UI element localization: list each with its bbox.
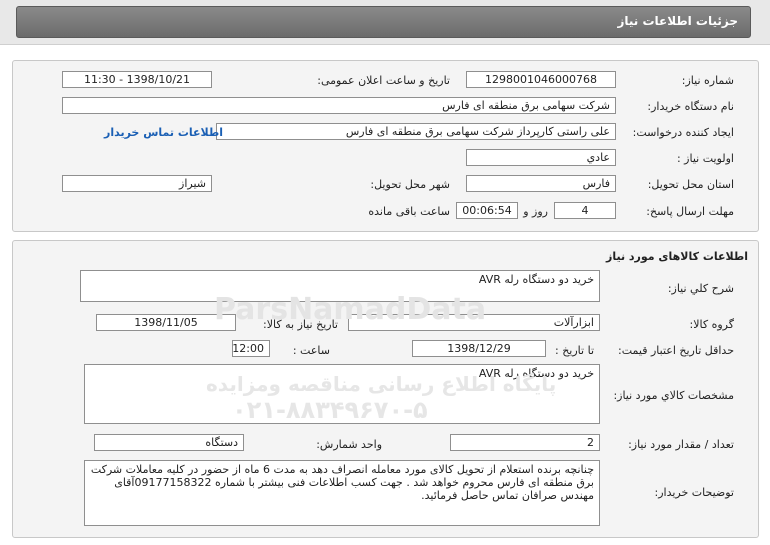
- summary-field: خرید دو دستگاه رله AVR: [80, 270, 600, 302]
- validity-label: حداقل تاریخ اعتبار قیمت:: [618, 344, 734, 357]
- city-label: شهر محل تحویل:: [370, 178, 450, 191]
- to-date-field: 1398/12/29: [412, 340, 546, 357]
- city-field: شیراز: [62, 175, 212, 192]
- priority-field: عادي: [466, 149, 616, 166]
- spec-field: خرید دو دستگاه رله AVR: [84, 364, 600, 424]
- buyer-contact-link[interactable]: اطلاعات تماس خریدار: [104, 126, 223, 139]
- group-label: گروه کالا:: [689, 318, 734, 331]
- group-field: ابزارآلات: [348, 314, 600, 331]
- announce-label: تاریخ و ساعت اعلان عمومی:: [317, 74, 450, 87]
- goods-section-title: اطلاعات کالاهای مورد نیاز: [606, 250, 748, 263]
- days-unit: روز و: [523, 205, 548, 218]
- qty-field: 2: [450, 434, 600, 451]
- buyer-field: شرکت سهامی برق منطقه ای فارس: [62, 97, 616, 114]
- announce-field: 1398/10/21 - 11:30: [62, 71, 212, 88]
- province-field: فارس: [466, 175, 616, 192]
- need-date-field: 1398/11/05: [96, 314, 236, 331]
- days-field: 4: [554, 202, 616, 219]
- need-date-label: تاریخ نیاز به کالا:: [263, 318, 338, 331]
- spec-label: مشخصات کالاي مورد نیاز:: [613, 389, 734, 402]
- need-number-field: 1298001046000768: [466, 71, 616, 88]
- time-left-field: 00:06:54: [456, 202, 518, 219]
- time-left-unit: ساعت باقی مانده: [368, 205, 450, 218]
- creator-label: ایجاد کننده درخواست:: [632, 126, 734, 139]
- page-title: جزئیات اطلاعات نیاز: [617, 14, 738, 28]
- time-field: 12:00: [232, 340, 270, 357]
- priority-label: اولویت نیاز :: [676, 152, 734, 165]
- to-date-label: تا تاریخ :: [555, 344, 594, 357]
- notes-field: چنانچه برنده استعلام از تحویل کالای مورد…: [84, 460, 600, 526]
- qty-label: تعداد / مقدار مورد نیاز:: [628, 438, 734, 451]
- deadline-label: مهلت ارسال پاسخ:: [646, 205, 734, 218]
- top-bar: جزئیات اطلاعات نیاز: [0, 0, 770, 45]
- notes-label: توضیحات خریدار:: [654, 486, 735, 499]
- need-number-label: شماره نیاز:: [681, 74, 734, 87]
- summary-label: شرح کلي نیاز:: [667, 282, 734, 295]
- time-label: ساعت :: [292, 344, 330, 357]
- province-label: استان محل تحویل:: [647, 178, 734, 191]
- buyer-label: نام دستگاه خریدار:: [647, 100, 734, 113]
- creator-field: علی راستی کارپرداز شرکت سهامی برق منطقه …: [216, 123, 616, 140]
- unit-label: واحد شمارش:: [316, 438, 382, 451]
- unit-field: دستگاه: [94, 434, 244, 451]
- page-title-bar: جزئیات اطلاعات نیاز: [16, 6, 751, 38]
